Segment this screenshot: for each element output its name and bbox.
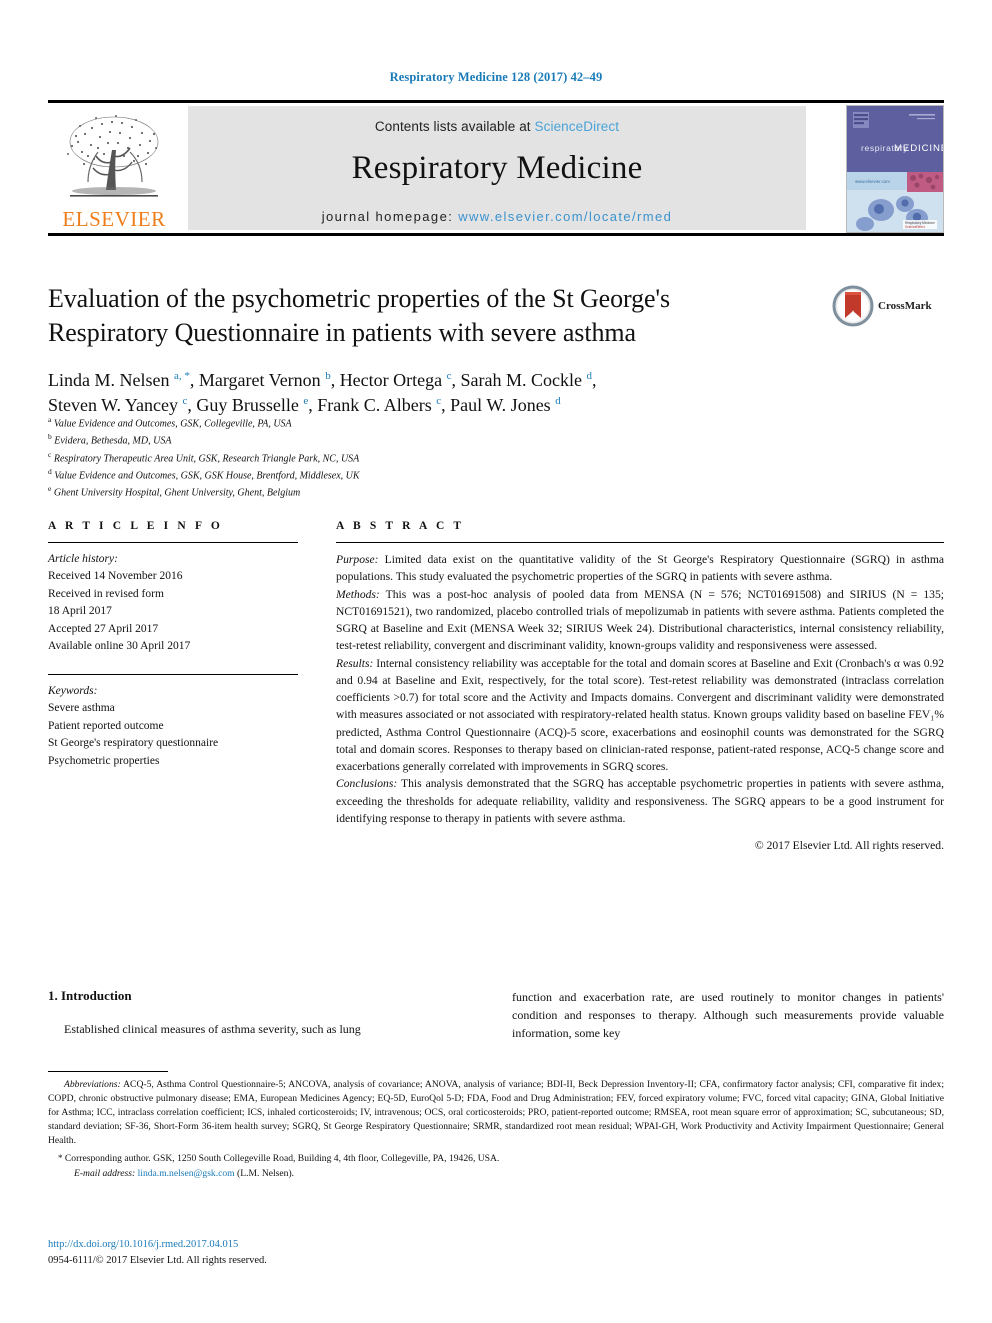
- author-line-1: Linda M. Nelsen a, *, Margaret Vernon b,…: [48, 369, 597, 390]
- introduction-right-column: function and exacerbation rate, are used…: [512, 988, 944, 1042]
- article-info-heading: A R T I C L E I N F O: [48, 520, 223, 532]
- masthead-top-rule: [48, 100, 944, 103]
- journal-article-page: Respiratory Medicine 128 (2017) 42–49 EL…: [0, 0, 992, 1323]
- abstract-purpose-label: Purpose:: [336, 553, 379, 566]
- abstract-methods-label: Methods:: [336, 587, 380, 601]
- doi-link[interactable]: http://dx.doi.org/10.1016/j.rmed.2017.04…: [48, 1237, 267, 1253]
- email-note: E-mail address: linda.m.nelsen@gsk.com (…: [48, 1167, 944, 1181]
- keywords-group: Keywords: Severe asthma Patient reported…: [48, 683, 298, 770]
- keyword-item: Psychometric properties: [48, 754, 160, 767]
- svg-text:www.elsevier.com: www.elsevier.com: [855, 179, 890, 184]
- abstract-methods-text: This was a post-hoc analysis of pooled d…: [336, 587, 944, 653]
- email-label: E-mail address:: [74, 1168, 136, 1180]
- introduction-left-column: 1. Introduction Established clinical mea…: [48, 988, 468, 1038]
- abstract-purpose: Purpose: Limited data exist on the quant…: [336, 551, 944, 586]
- affiliation-text: Value Evidence and Outcomes, GSK, Colleg…: [53, 418, 292, 430]
- elsevier-logo: ELSEVIER: [48, 106, 180, 230]
- contents-lists-line: Contents lists available at ScienceDirec…: [375, 119, 619, 134]
- masthead-bottom-rule: [48, 233, 944, 236]
- abbreviations-label: Abbreviations:: [64, 1079, 121, 1090]
- abstract-conclusions-text: This analysis demonstrated that the SGRQ…: [336, 777, 944, 825]
- affiliation-text: Evidera, Bethesda, MD, USA: [54, 435, 172, 447]
- affiliation-item: b Evidera, Bethesda, MD, USA: [48, 431, 748, 448]
- abstract-rule: [336, 542, 944, 543]
- journal-title: Respiratory Medicine: [351, 150, 643, 186]
- title-block: Evaluation of the psychometric propertie…: [48, 282, 788, 419]
- affiliation-text: Value Evidence and Outcomes, GSK, GSK Ho…: [54, 470, 360, 482]
- abstract-purpose-text: Limited data exist on the quantitative v…: [336, 553, 944, 584]
- corresponding-author-note: * Corresponding author. GSK, 1250 South …: [48, 1152, 944, 1166]
- affiliation-marker: d: [48, 466, 52, 476]
- corresponding-author-text: Corresponding author. GSK, 1250 South Co…: [62, 1152, 500, 1164]
- svg-text:MEDICINE: MEDICINE: [894, 143, 943, 154]
- affiliation-text: Respiratory Therapeutic Area Unit, GSK, …: [53, 452, 360, 464]
- article-info-rule: [48, 542, 298, 543]
- affiliation-list: a Value Evidence and Outcomes, GSK, Coll…: [48, 414, 748, 501]
- keywords-rule: [48, 673, 298, 675]
- svg-text:ScienceDirect: ScienceDirect: [905, 225, 925, 229]
- abstract-conclusions-label: Conclusions:: [336, 777, 398, 791]
- journal-cover-image: respiratory MEDICINE www.elsevier.com Re…: [847, 106, 943, 232]
- affiliation-item: d Value Evidence and Outcomes, GSK, GSK …: [48, 466, 748, 483]
- affiliation-marker: e: [48, 484, 52, 494]
- journal-homepage-line: journal homepage: www.elsevier.com/locat…: [322, 209, 673, 224]
- affiliation-marker: a: [48, 415, 52, 424]
- abstract-methods: Methods: This was a post-hoc analysis of…: [336, 586, 944, 655]
- article-title: Evaluation of the psychometric propertie…: [48, 284, 671, 347]
- article-history-group: Article history: Received 14 November 20…: [48, 551, 298, 656]
- abstract-heading: A B S T R A C T: [336, 520, 465, 532]
- email-address-link[interactable]: linda.m.nelsen@gsk.com: [138, 1168, 235, 1179]
- abstract-results: Results: Internal consistency reliabilit…: [336, 655, 944, 776]
- doi-block: http://dx.doi.org/10.1016/j.rmed.2017.04…: [48, 1237, 267, 1270]
- elsevier-tree-icon: [67, 115, 159, 197]
- crossmark-badge[interactable]: CrossMark: [832, 283, 950, 329]
- affiliation-item: e Ghent University Hospital, Ghent Unive…: [48, 483, 748, 500]
- keywords-label: Keywords:: [48, 684, 98, 697]
- abstract-results-text: Internal consistency reliability was acc…: [336, 656, 944, 774]
- abstract-results-label: Results:: [336, 656, 374, 670]
- running-head: Respiratory Medicine 128 (2017) 42–49: [389, 70, 603, 84]
- journal-band: Contents lists available at ScienceDirec…: [188, 106, 806, 230]
- crossmark-label: CrossMark: [878, 300, 932, 312]
- article-info-column: A R T I C L E I N F O Article history: R…: [48, 520, 298, 770]
- article-history-item: Accepted 27 April 2017: [48, 622, 159, 635]
- crossmark-icon: [832, 285, 874, 327]
- affiliation-marker: b: [48, 432, 52, 442]
- affiliation-marker: c: [48, 449, 52, 459]
- abstract-body: Purpose: Limited data exist on the quant…: [336, 551, 944, 855]
- article-history-item: Available online 30 April 2017: [48, 640, 191, 653]
- introduction-heading: 1. Introduction: [48, 988, 132, 1003]
- keyword-item: Severe asthma: [48, 702, 115, 715]
- homepage-prefix: journal homepage:: [321, 209, 459, 224]
- journal-homepage-link[interactable]: www.elsevier.com/locate/rmed: [458, 209, 672, 224]
- abbreviations-note: Abbreviations: ACQ-5, Asthma Control Que…: [48, 1078, 944, 1148]
- issn-copyright-line: 0954-6111/© 2017 Elsevier Ltd. All right…: [48, 1255, 267, 1267]
- introduction-paragraph-right: function and exacerbation rate, are used…: [512, 990, 944, 1040]
- contents-prefix: Contents lists available at: [374, 119, 535, 134]
- article-history-item: Received in revised form: [48, 587, 164, 600]
- journal-masthead: ELSEVIER Contents lists available at Sci…: [48, 100, 944, 236]
- author-list: Linda M. Nelsen a, *, Margaret Vernon b,…: [48, 368, 788, 419]
- abbreviations-text: ACQ-5, Asthma Control Questionnaire-5; A…: [48, 1079, 944, 1146]
- footnote-separator-rule: [48, 1071, 168, 1072]
- keyword-item: St George's respiratory questionnaire: [48, 737, 219, 750]
- abstract-conclusions: Conclusions: This analysis demonstrated …: [336, 775, 944, 827]
- article-history-item: Received 14 November 2016: [48, 570, 183, 583]
- abstract-copyright: © 2017 Elsevier Ltd. All rights reserved…: [754, 839, 944, 853]
- affiliation-text: Ghent University Hospital, Ghent Univers…: [53, 487, 301, 499]
- article-history-item: 18 April 2017: [48, 605, 112, 618]
- journal-cover-thumbnail[interactable]: respiratory MEDICINE www.elsevier.com Re…: [846, 105, 944, 233]
- email-suffix: (L.M. Nelsen).: [234, 1168, 295, 1180]
- abstract-column: A B S T R A C T Purpose: Limited data ex…: [336, 520, 944, 855]
- footnotes-block: Abbreviations: ACQ-5, Asthma Control Que…: [48, 1078, 944, 1181]
- affiliation-item: a Value Evidence and Outcomes, GSK, Coll…: [48, 414, 748, 431]
- article-history-label: Article history:: [48, 553, 118, 565]
- sciencedirect-link[interactable]: ScienceDirect: [535, 119, 620, 134]
- affiliation-item: c Respiratory Therapeutic Area Unit, GSK…: [48, 449, 748, 466]
- introduction-paragraph-left: Established clinical measures of asthma …: [64, 1022, 361, 1036]
- elsevier-wordmark: ELSEVIER: [62, 207, 166, 231]
- keyword-item: Patient reported outcome: [48, 719, 164, 732]
